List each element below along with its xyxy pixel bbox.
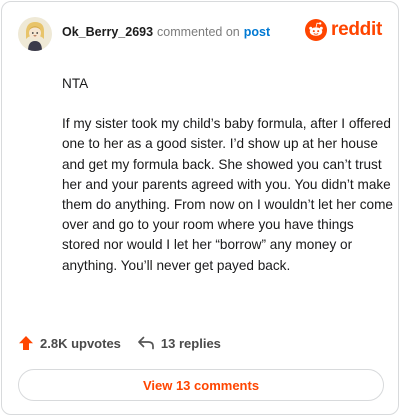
reply-arrow-icon (138, 336, 154, 350)
reddit-brand[interactable]: reddit (305, 19, 382, 41)
upvote-button[interactable]: 2.8K upvotes (18, 335, 121, 351)
comment-meta: Ok_Berry_2693 commented on post (62, 25, 270, 39)
username-link[interactable]: Ok_Berry_2693 (62, 25, 153, 39)
comment-card: Ok_Berry_2693 commented on post reddit N… (1, 1, 399, 415)
replies-count-label: 13 replies (160, 335, 221, 351)
upvote-arrow-icon (19, 336, 33, 350)
commented-on-label: commented on (157, 25, 240, 39)
comment-line-nta: NTA (62, 76, 89, 91)
user-avatar-icon[interactable] (18, 17, 52, 51)
comment-header: Ok_Berry_2693 commented on post reddit (18, 16, 382, 52)
view-comments-label: View 13 comments (142, 377, 260, 393)
view-comments-button[interactable]: View 13 comments (18, 369, 384, 401)
comment-actions: 2.8K upvotes 13 replies (18, 335, 221, 351)
upvotes-count-label: 2.8K upvotes (40, 335, 121, 351)
reddit-wordmark: reddit (331, 19, 382, 40)
replies-button[interactable]: 13 replies (137, 335, 221, 351)
comment-body: NTA If my sister took my child’s baby fo… (62, 74, 394, 276)
post-link[interactable]: post (244, 25, 270, 39)
comment-paragraph: If my sister took my child’s baby formul… (62, 116, 393, 273)
reddit-logo-icon (305, 19, 328, 41)
